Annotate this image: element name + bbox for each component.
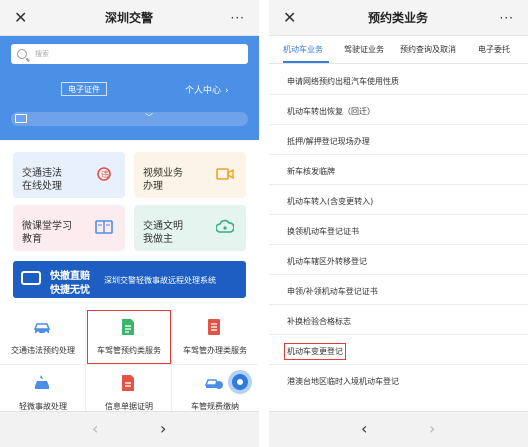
page-title: 预约类业务: [367, 11, 428, 25]
tile-label: 我做主: [143, 234, 173, 245]
more-options-icon[interactable]: ···: [231, 11, 245, 25]
search-icon: [17, 49, 27, 59]
grid-item-vehicle-booking[interactable]: 车驾管预约类服务: [86, 309, 172, 365]
list-item-label: 新车核发临牌: [287, 167, 335, 176]
active-tab-indicator: [283, 61, 329, 63]
list-item[interactable]: 抵押/解押登记现场办理: [269, 125, 528, 155]
list-item[interactable]: 机动车辖区外转移登记: [269, 245, 528, 275]
tile-label: 办理: [143, 181, 163, 192]
tile-traffic-civility[interactable]: 交通文明 我做主: [134, 205, 246, 251]
tile-label: 在线处理: [22, 181, 62, 192]
list-item[interactable]: 新车核发临牌: [269, 155, 528, 185]
list-item-label: 机动车辖区外转移登记: [287, 257, 367, 266]
list-item-label: 港澳台地区临时入境机动车登记: [287, 377, 399, 386]
left-title-bar: ✕ 深圳交警 ···: [0, 0, 259, 36]
list-item[interactable]: 换领机动车登记证书: [269, 215, 528, 245]
personal-center-label: 个人中心: [185, 86, 222, 96]
personal-center-link[interactable]: 个人中心 ›: [185, 83, 229, 96]
right-screen: ✕ 预约类业务 ··· 机动车业务 驾驶证业务 预约查询及取消 电子委托 申请网…: [269, 0, 528, 447]
category-tabs: 机动车业务 驾驶证业务 预约查询及取消 电子委托: [269, 36, 528, 64]
grid-item-label: 车驾管预约类服务: [97, 346, 161, 355]
list-item-selected[interactable]: 机动车变更登记: [269, 335, 528, 365]
list-item[interactable]: 机动车转出恢复（回迁）: [269, 95, 528, 125]
page-title: 深圳交警: [104, 11, 153, 25]
list-item-label: 机动车转出恢复（回迁）: [287, 107, 375, 116]
list-item[interactable]: 申领/补领机动车登记证书: [269, 275, 528, 305]
list-item[interactable]: 申请网络预约出租汽车使用性质: [269, 65, 528, 95]
forward-button[interactable]: ›: [160, 419, 166, 438]
chevron-right-icon: ›: [225, 86, 229, 96]
banner-title: 快撤直赔: [50, 271, 90, 282]
accident-car-icon: [35, 375, 49, 389]
tab-license-business[interactable]: 驾驶证业务: [344, 44, 384, 55]
list-item-label: 补换检验合格标志: [287, 317, 351, 326]
e-certificate-button[interactable]: 电子证件: [61, 82, 107, 96]
banner-description: 深圳交警轻微事故远程处理系统: [104, 276, 216, 285]
back-button[interactable]: ‹: [361, 419, 367, 438]
id-card-icon: [15, 114, 27, 123]
certificate-icon: [122, 375, 134, 391]
list-item-label: 换领机动车登记证书: [287, 227, 359, 236]
search-placeholder: 搜索: [35, 50, 49, 58]
tile-label: 教育: [22, 234, 42, 245]
tab-booking-query[interactable]: 预约查询及取消: [400, 44, 456, 55]
payment-car-icon: [205, 379, 223, 389]
tile-video-service[interactable]: 视频业务 办理: [134, 152, 246, 198]
grid-item-vehicle-handling[interactable]: 车驾管办理类服务: [172, 309, 258, 365]
list-item-label: 抵押/解押登记现场办理: [287, 137, 370, 146]
book-icon: [95, 220, 113, 234]
document-icon: [122, 319, 134, 335]
list-item-label: 申领/补领机动车登记证书: [287, 287, 378, 296]
grid-item-violation-booking[interactable]: 交通违法预约处理: [0, 309, 86, 365]
browser-nav-bar: ‹ ›: [269, 411, 528, 447]
tile-micro-class[interactable]: 微课堂学习 教育: [13, 205, 125, 251]
back-button[interactable]: ‹: [92, 419, 98, 438]
list-item[interactable]: 机动车转入(含变更转入): [269, 185, 528, 215]
floating-assistant-icon[interactable]: [227, 369, 253, 395]
grid-item-label: 车驾管办理类服务: [183, 346, 247, 355]
close-icon[interactable]: ✕: [283, 9, 296, 26]
forward-button[interactable]: ›: [429, 419, 435, 438]
id-card-bar[interactable]: ﹀: [11, 112, 248, 126]
list-item[interactable]: 港澳台地区临时入境机动车登记: [269, 365, 528, 395]
cloud-icon: [216, 219, 234, 233]
tile-traffic-violation[interactable]: 交通违法 在线处理 违: [13, 152, 125, 198]
grid-item-label: 交通违法预约处理: [11, 346, 75, 355]
tab-e-authorization[interactable]: 电子委托: [478, 44, 510, 55]
car-icon: [33, 323, 51, 335]
svg-text:违: 违: [101, 170, 109, 179]
banner-subtitle: 快捷无忧: [50, 285, 90, 296]
list-item[interactable]: 补换检验合格标志: [269, 305, 528, 335]
video-icon: [216, 168, 234, 180]
violation-icon: 违: [97, 167, 111, 181]
tab-vehicle-business[interactable]: 机动车业务: [283, 44, 323, 55]
list-item-label: 机动车变更登记: [284, 343, 346, 360]
browser-nav-bar: ‹ ›: [0, 411, 259, 447]
left-screen: ✕ 深圳交警 ··· 搜索 电子证件 个人中心 › ﹀ 交通违法 在线处理 违 视…: [0, 0, 259, 447]
car-icon: [21, 271, 41, 285]
quick-claim-banner[interactable]: 快撤直赔 快捷无忧 深圳交警轻微事故远程处理系统: [13, 261, 246, 298]
more-options-icon[interactable]: ···: [500, 11, 514, 25]
right-title-bar: ✕ 预约类业务 ···: [269, 0, 528, 36]
search-input[interactable]: 搜索: [11, 44, 248, 64]
chevron-down-icon: ﹀: [145, 113, 153, 122]
list-item-label: 机动车转入(含变更转入): [287, 197, 374, 206]
list-item-label: 申请网络预约出租汽车使用性质: [287, 77, 399, 86]
form-icon: [208, 319, 220, 335]
close-icon[interactable]: ✕: [14, 9, 27, 26]
